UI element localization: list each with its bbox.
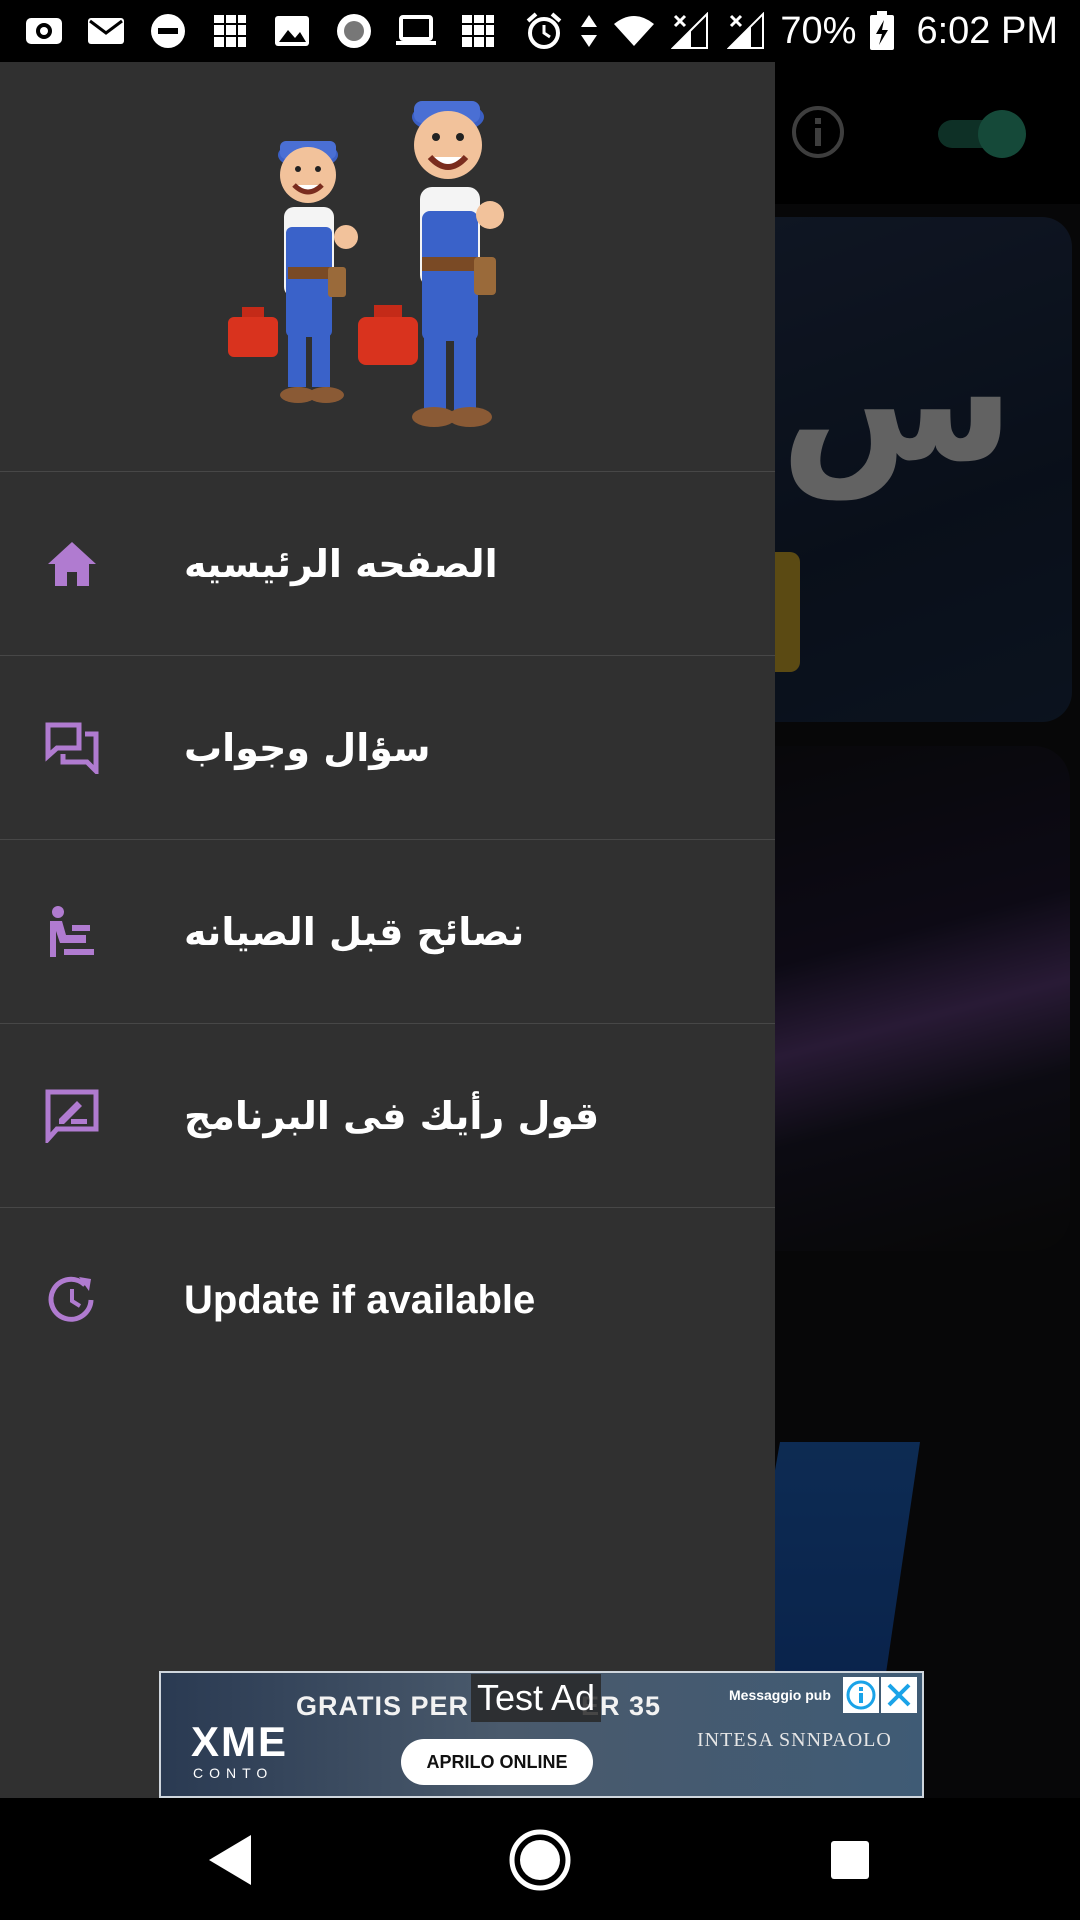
mail-icon: [84, 11, 128, 51]
camera-icon: [22, 11, 66, 51]
ad-brand-logo: XME: [191, 1718, 289, 1765]
navigation-drawer: الصفحه الرئيسيه سؤال وجواب نصائح قبل الص…: [0, 62, 775, 1798]
ad-cta-button[interactable]: APRILO ONLINE: [401, 1739, 593, 1785]
data-arrows-icon: [578, 11, 600, 51]
screen: 70% 6:02 PM س: [0, 0, 1080, 1920]
battery-charging-icon: [868, 11, 896, 51]
signal-icon: [724, 11, 768, 51]
ad-info-icon[interactable]: [843, 1677, 879, 1713]
image-icon: [270, 11, 314, 51]
drawer-item-label: Update if available: [184, 1277, 536, 1322]
status-bar: 70% 6:02 PM: [0, 0, 1080, 62]
update-icon: [42, 1270, 102, 1330]
home-icon: [42, 534, 102, 594]
home-circle-icon[interactable]: [508, 1828, 572, 1892]
forum-icon: [42, 718, 102, 778]
spa-icon: [42, 902, 102, 962]
drawer-item-feedback[interactable]: قول رأيك فى البرنامج: [0, 1024, 775, 1208]
drawer-header: [0, 62, 775, 472]
app-icon: [456, 11, 500, 51]
drawer-item-home[interactable]: الصفحه الرئيسيه: [0, 472, 775, 656]
drawer-item-label: نصائح قبل الصيانه: [184, 909, 525, 954]
drawer-item-label: سؤال وجواب: [184, 725, 431, 770]
record-icon: [332, 11, 376, 51]
drawer-item-update[interactable]: Update if available: [0, 1208, 775, 1392]
ad-close-icon[interactable]: [881, 1677, 917, 1713]
app-icon: [208, 11, 252, 51]
mechanics-illustration: [227, 100, 504, 427]
wifi-icon: [612, 11, 656, 51]
drawer-item-label: قول رأيك فى البرنامج: [184, 1093, 600, 1138]
recents-icon[interactable]: [818, 1828, 882, 1892]
do-not-disturb-icon: [146, 11, 190, 51]
drawer-item-tips[interactable]: نصائح قبل الصيانه: [0, 840, 775, 1024]
clock: 6:02 PM: [916, 9, 1058, 52]
ad-bank-logo: INTESA SNNPAOLO: [697, 1729, 892, 1751]
signal-icon: [668, 11, 712, 51]
drawer-item-qa[interactable]: سؤال وجواب: [0, 656, 775, 840]
system-nav-bar: [0, 1798, 1080, 1920]
test-ad-label: Test Ad: [471, 1674, 602, 1722]
rate-review-icon: [42, 1086, 102, 1146]
laptop-icon: [394, 11, 438, 51]
ad-brand-sub: CONTO: [193, 1765, 274, 1781]
drawer-item-label: الصفحه الرئيسيه: [184, 541, 498, 586]
alarm-icon: [522, 11, 566, 51]
battery-percent: 70%: [780, 9, 857, 52]
ad-message-label: Messaggio pub: [729, 1687, 831, 1703]
back-icon[interactable]: [198, 1828, 262, 1892]
